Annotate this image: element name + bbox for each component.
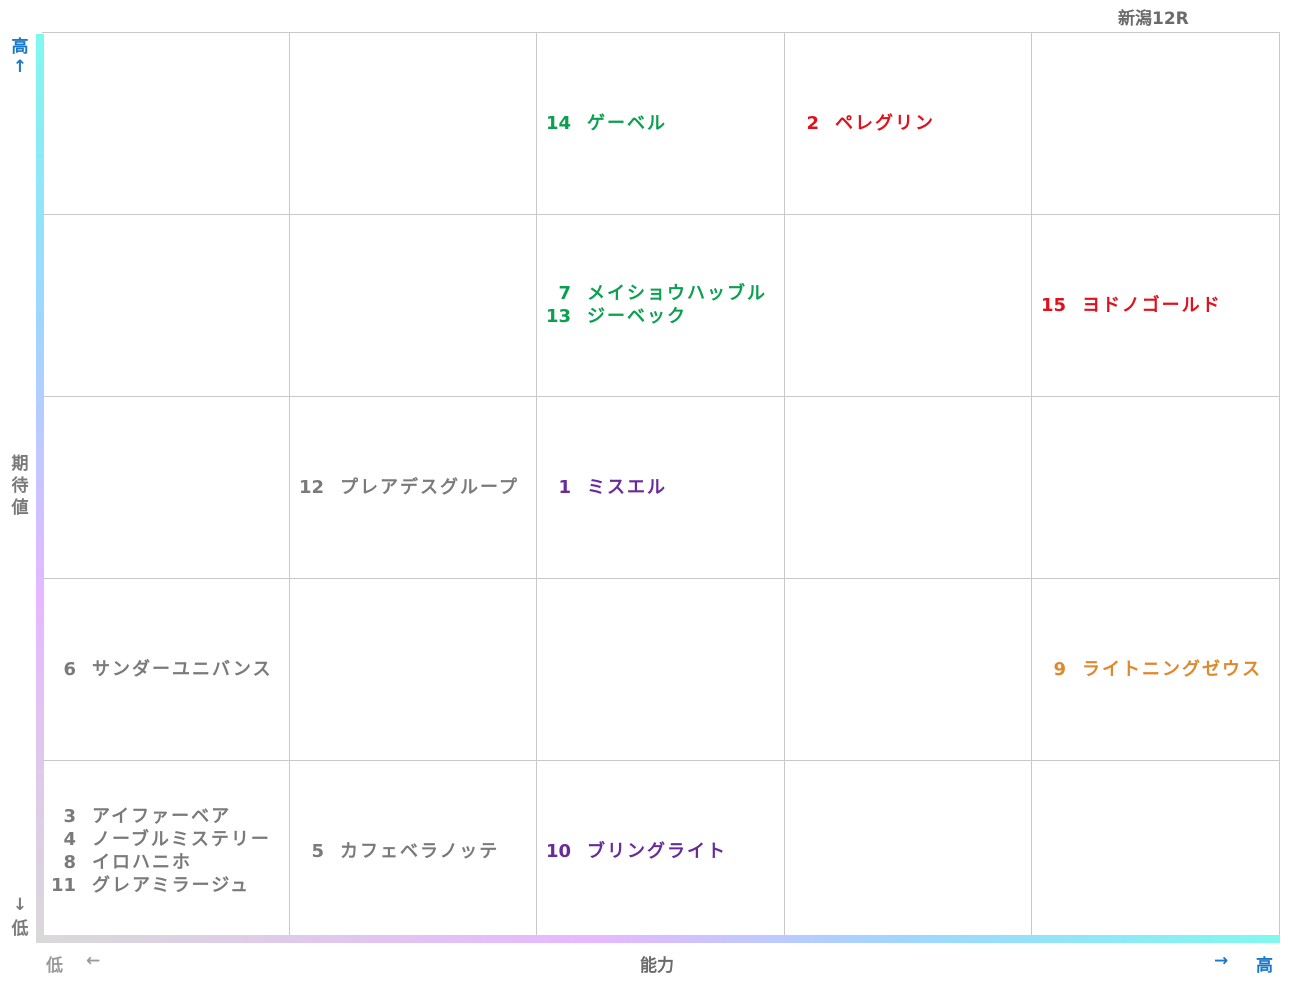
- horse-name: ヨドノゴールド: [1082, 295, 1222, 316]
- horse-number: 1: [558, 477, 571, 498]
- horse-number: 11: [50, 875, 76, 896]
- horse-entry: 1 ミスエル: [545, 476, 667, 499]
- horse-entry: 13 ジーベック: [545, 305, 767, 328]
- horse-number: 10: [545, 841, 571, 862]
- horse-name: グレアミラージュ: [92, 875, 251, 896]
- horse-name: ジーベック: [587, 306, 687, 327]
- horse-entry: 5 カフェベラノッテ: [298, 840, 499, 863]
- horse-number: 13: [545, 306, 571, 327]
- grid-horizontal-line: [42, 214, 1280, 215]
- horse-entry: 15 ヨドノゴールド: [1040, 294, 1222, 317]
- horse-name: ペレグリン: [835, 113, 935, 134]
- grid-vertical-line: [289, 32, 290, 942]
- horse-number: 7: [558, 283, 571, 304]
- horse-number: 8: [63, 852, 76, 873]
- horse-entry: 9 ライトニングゼウス: [1040, 658, 1262, 681]
- x-axis-low-label: 低: [46, 956, 63, 976]
- y-axis-down-arrow: ↓: [12, 895, 28, 915]
- grid-horizontal-line: [42, 32, 1280, 33]
- x-axis-left-arrow: ←: [86, 951, 101, 971]
- horse-name: ライトニングゼウス: [1082, 659, 1262, 680]
- horse-name: メイショウハッブル: [587, 283, 767, 304]
- horse-name: カフェベラノッテ: [340, 841, 500, 862]
- y-axis-low-label: 低: [11, 919, 29, 939]
- x-axis-right-arrow: →: [1214, 951, 1229, 971]
- horse-number: 3: [63, 806, 76, 827]
- cell-entries: 3 アイファーベア 4 ノーブルミステリー 8 イロハニホ 11 グレアミラージュ: [50, 805, 271, 897]
- horse-entry: 14 ゲーベル: [545, 112, 667, 135]
- horse-entry: 4 ノーブルミステリー: [50, 828, 271, 851]
- y-axis-up-arrow: ↑: [12, 57, 28, 77]
- grid-vertical-line: [1279, 32, 1280, 942]
- horse-number: 6: [63, 659, 76, 680]
- x-axis-title: 能力: [640, 956, 674, 976]
- horse-name: ノーブルミステリー: [92, 829, 271, 850]
- horse-number: 9: [1053, 659, 1066, 680]
- horse-number: 14: [545, 113, 571, 134]
- grid-vertical-line: [784, 32, 785, 942]
- grid-vertical-line: [536, 32, 537, 942]
- cell-entries: 10 ブリングライト: [545, 840, 727, 863]
- horse-entry: 3 アイファーベア: [50, 805, 271, 828]
- cell-entries: 2 ペレグリン: [793, 112, 935, 135]
- cell-entries: 5 カフェベラノッテ: [298, 840, 499, 863]
- cell-entries: 1 ミスエル: [545, 476, 667, 499]
- horse-name: ブリングライト: [587, 841, 727, 862]
- horse-entry: 7 メイショウハッブル: [545, 282, 767, 305]
- grid-horizontal-line: [42, 760, 1280, 761]
- horse-entry: 10 ブリングライト: [545, 840, 727, 863]
- horse-entry: 6 サンダーユニバンス: [50, 658, 273, 681]
- cell-entries: 15 ヨドノゴールド: [1040, 294, 1222, 317]
- horse-number: 4: [63, 829, 76, 850]
- cell-entries: 12 プレアデスグループ: [298, 476, 519, 499]
- horse-name: ミスエル: [587, 477, 667, 498]
- horse-name: サンダーユニバンス: [92, 659, 273, 680]
- y-axis-gradient-bar: [36, 34, 44, 942]
- horse-number: 12: [298, 477, 324, 498]
- grid-horizontal-line: [42, 578, 1280, 579]
- x-axis-gradient-bar: [36, 935, 1280, 943]
- cell-entries: 6 サンダーユニバンス: [50, 658, 273, 681]
- horse-name: アイファーベア: [92, 806, 232, 827]
- horse-name: ゲーベル: [587, 113, 667, 134]
- horse-name: イロハニホ: [92, 852, 192, 873]
- horse-name: プレアデスグループ: [340, 477, 519, 498]
- cell-entries: 7 メイショウハッブル 13 ジーベック: [545, 282, 767, 328]
- x-axis-high-label: 高: [1256, 956, 1273, 976]
- grid-horizontal-line: [42, 396, 1280, 397]
- y-axis-title: 期待値: [11, 454, 29, 518]
- y-axis-high-label: 高: [11, 37, 29, 57]
- grid-vertical-line: [1031, 32, 1032, 942]
- horse-entry: 2 ペレグリン: [793, 112, 935, 135]
- horse-entry: 12 プレアデスグループ: [298, 476, 519, 499]
- cell-entries: 14 ゲーベル: [545, 112, 667, 135]
- horse-entry: 11 グレアミラージュ: [50, 874, 271, 897]
- cell-entries: 9 ライトニングゼウス: [1040, 658, 1262, 681]
- horse-number: 15: [1040, 295, 1066, 316]
- horse-number: 5: [311, 841, 324, 862]
- horse-number: 2: [806, 113, 819, 134]
- horse-entry: 8 イロハニホ: [50, 851, 271, 874]
- race-label: 新潟12R: [1118, 9, 1189, 29]
